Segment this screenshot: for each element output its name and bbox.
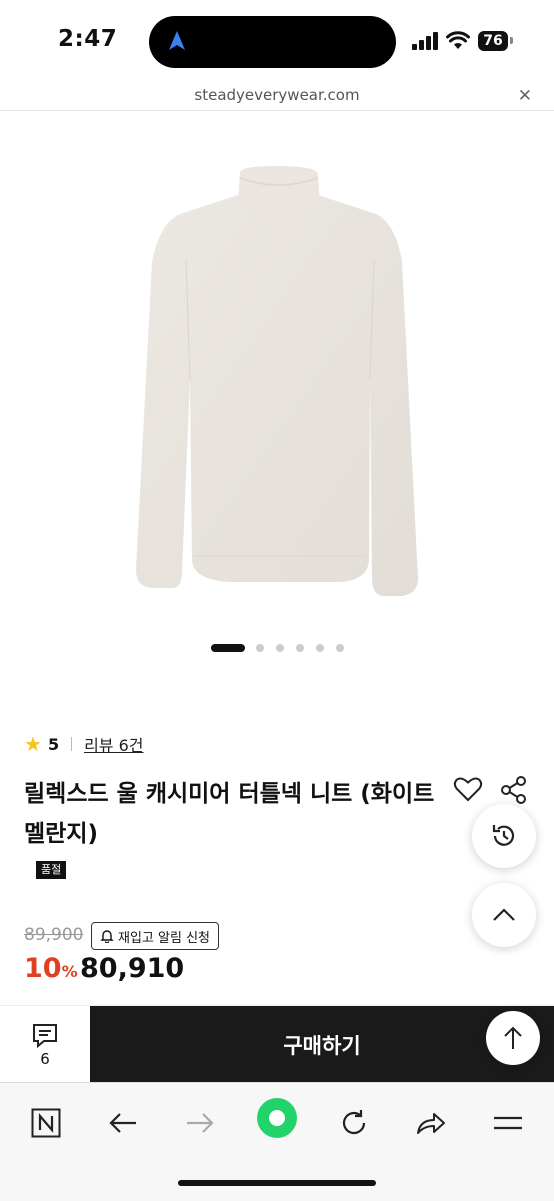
carousel-dot[interactable]	[276, 644, 284, 652]
soldout-badge: 품절	[36, 861, 67, 879]
naver-home-button[interactable]	[26, 1103, 66, 1143]
forward-button[interactable]	[180, 1103, 220, 1143]
buy-button[interactable]: 구매하기	[90, 1006, 554, 1083]
discount-value: 10	[24, 953, 62, 984]
rating-row: ★ 5 리뷰 6건	[24, 732, 144, 756]
divider	[71, 737, 73, 751]
wifi-icon	[446, 31, 470, 49]
url-bar[interactable]: steadyeverywear.com ✕	[0, 84, 554, 111]
green-dot-icon	[257, 1098, 297, 1138]
comment-icon	[33, 1024, 57, 1049]
original-price: 89,900	[24, 925, 84, 945]
location-arrow-icon	[169, 31, 185, 50]
status-bar: 2:47 76	[0, 0, 554, 84]
battery-icon: 76	[478, 31, 508, 51]
scroll-top-button[interactable]	[472, 883, 536, 947]
chevron-up-icon	[493, 908, 515, 921]
sale-price: 80,910	[80, 953, 185, 984]
forward-arrow-icon	[187, 1113, 214, 1133]
carousel-dot[interactable]	[316, 644, 324, 652]
share-arrow-icon	[417, 1113, 445, 1134]
share-icon[interactable]	[500, 775, 528, 805]
refresh-button[interactable]	[334, 1103, 374, 1143]
review-link[interactable]: 리뷰 6건	[84, 732, 143, 756]
star-icon: ★	[24, 732, 42, 756]
carousel-dot[interactable]	[336, 644, 344, 652]
history-icon	[492, 825, 515, 846]
carousel-dot[interactable]	[256, 644, 264, 652]
scroll-up-button[interactable]	[486, 1011, 540, 1065]
recent-history-button[interactable]	[472, 804, 536, 868]
product-image[interactable]	[0, 111, 554, 621]
battery-tip	[510, 37, 513, 44]
arrow-up-icon	[504, 1026, 522, 1049]
back-button[interactable]	[103, 1103, 143, 1143]
carousel-dot[interactable]	[296, 644, 304, 652]
back-arrow-icon	[109, 1113, 136, 1133]
home-indicator	[178, 1180, 376, 1186]
sweater-image	[136, 166, 418, 596]
bell-icon	[100, 930, 114, 943]
signal-icon	[412, 32, 438, 50]
discount-unit: %	[61, 962, 78, 981]
discount-rate: 10%	[24, 953, 78, 984]
restock-label: 재입고 알림 신청	[118, 930, 210, 946]
buy-label: 구매하기	[283, 1033, 361, 1058]
naver-n-icon	[31, 1108, 61, 1138]
bottom-buy-bar: 6 구매하기	[0, 1005, 554, 1083]
close-icon[interactable]: ✕	[518, 86, 532, 106]
comment-count: 6	[40, 1050, 50, 1068]
rating-value: 5	[47, 734, 60, 754]
status-time: 2:47	[58, 26, 118, 52]
url-text[interactable]: steadyeverywear.com	[0, 86, 554, 104]
comments-button[interactable]: 6	[0, 1006, 90, 1083]
heart-icon[interactable]	[453, 775, 483, 803]
restock-alert-button[interactable]: 재입고 알림 신청	[91, 922, 219, 950]
carousel-dot-active[interactable]	[211, 644, 245, 652]
carousel-indicator[interactable]	[0, 644, 554, 654]
menu-button[interactable]	[488, 1103, 528, 1143]
menu-icon	[494, 1116, 522, 1130]
product-title: 릴렉스드 울 캐시미어 터틀넥 니트 (화이트 멜란지)	[24, 781, 435, 847]
refresh-icon	[342, 1110, 366, 1135]
share-page-button[interactable]	[411, 1103, 451, 1143]
green-dot-button[interactable]	[256, 1097, 298, 1139]
